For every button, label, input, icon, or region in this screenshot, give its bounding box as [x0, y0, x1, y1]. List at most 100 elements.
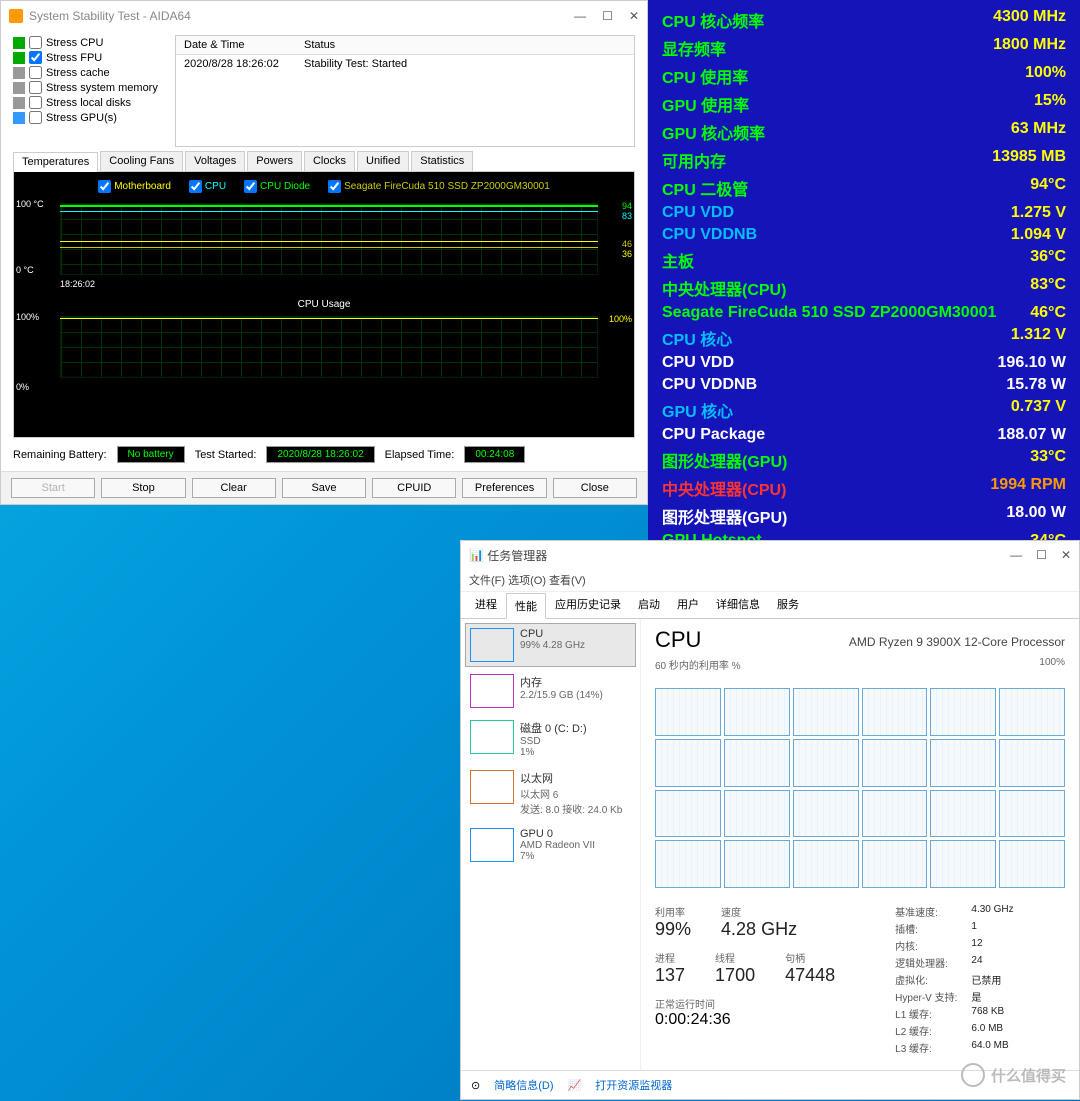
sensor-row: 可用内存13985 MB: [662, 146, 1066, 174]
tm-menu[interactable]: 文件(F) 选项(O) 查看(V): [461, 569, 1079, 592]
tm-tab-1[interactable]: 性能: [506, 593, 546, 619]
tm-main: CPU AMD Ryzen 9 3900X 12-Core Processor …: [641, 619, 1079, 1070]
started-label: Test Started:: [195, 449, 257, 461]
side-item-2[interactable]: 磁盘 0 (C: D:)SSD1%: [465, 715, 636, 763]
sensor-row: 中央处理器(CPU)83°C: [662, 274, 1066, 302]
core-cell: [999, 688, 1065, 736]
sensor-row: 主板36°C: [662, 246, 1066, 274]
side-item-0[interactable]: CPU99% 4.28 GHz: [465, 623, 636, 667]
prefs-button[interactable]: Preferences: [462, 478, 546, 498]
stress-options: Stress CPU Stress FPU Stress cache Stres…: [13, 35, 163, 147]
monitor-icon: 📈: [568, 1079, 582, 1092]
tm-icon: 📊: [469, 548, 484, 562]
stats-primary: 利用率99%速度4.28 GHz: [655, 904, 835, 940]
stress-check-2[interactable]: Stress cache: [13, 65, 163, 80]
legend-diode-check[interactable]: [244, 180, 257, 193]
task-manager-window: 📊 任务管理器 —☐✕ 文件(F) 选项(O) 查看(V) 进程性能应用历史记录…: [460, 540, 1080, 1100]
legend-cpu-check[interactable]: [189, 180, 202, 193]
watermark: 什么值得买: [961, 1063, 1066, 1087]
cpu-details: 基准速度:4.30 GHz插槽:1内核:12逻辑处理器:24虚拟化:已禁用Hyp…: [895, 904, 1013, 1055]
tab-unified[interactable]: Unified: [357, 151, 409, 171]
legend-ssd: Seagate FireCuda 510 SSD ZP2000GM30001: [344, 181, 550, 192]
core-cell: [724, 688, 790, 736]
brief-link[interactable]: 简略信息(D): [494, 1077, 553, 1093]
core-cell: [724, 739, 790, 787]
min-icon[interactable]: —: [574, 9, 586, 23]
status-row: Remaining Battery: No battery Test Start…: [1, 438, 647, 471]
core-cell: [793, 739, 859, 787]
core-cell: [930, 688, 996, 736]
cpu-heading: CPU: [655, 627, 701, 652]
tm-max-icon[interactable]: ☐: [1036, 548, 1047, 562]
tm-close-icon[interactable]: ✕: [1061, 548, 1071, 562]
col-datetime: Date & Time: [176, 36, 296, 54]
legend-ssd-check[interactable]: [328, 180, 341, 193]
sensor-row: 图形处理器(GPU)33°C: [662, 446, 1066, 474]
legend-mb-check[interactable]: [98, 180, 111, 193]
tab-voltages[interactable]: Voltages: [185, 151, 245, 171]
sensor-row: 图形处理器(GPU)18.00 W: [662, 502, 1066, 530]
max-icon[interactable]: ☐: [602, 9, 613, 23]
side-item-1[interactable]: 内存2.2/15.9 GB (14%): [465, 669, 636, 713]
start-button[interactable]: Start: [11, 478, 95, 498]
sensor-row: CPU VDDNB1.094 V: [662, 224, 1066, 246]
core-cell: [793, 688, 859, 736]
sensor-row: 中央处理器(CPU)1994 RPM: [662, 474, 1066, 502]
sensor-row: CPU VDD1.275 V: [662, 202, 1066, 224]
tm-tab-6[interactable]: 服务: [769, 592, 807, 618]
tm-tab-4[interactable]: 用户: [669, 592, 707, 618]
core-cell: [793, 840, 859, 888]
side-item-3[interactable]: 以太网以太网 6发送: 8.0 接收: 24.0 Kb: [465, 765, 636, 821]
usage-title: CPU Usage: [30, 297, 618, 312]
stress-check-4[interactable]: Stress local disks: [13, 95, 163, 110]
battery-label: Remaining Battery:: [13, 449, 107, 461]
legend-diode: CPU Diode: [260, 181, 310, 192]
watermark-logo-icon: [961, 1063, 985, 1087]
core-cell: [930, 790, 996, 838]
legend-mb: Motherboard: [114, 181, 171, 192]
sensor-row: CPU VDDNB15.78 W: [662, 374, 1066, 396]
tm-tab-5[interactable]: 详细信息: [708, 592, 768, 618]
core-cell: [655, 739, 721, 787]
stress-check-3[interactable]: Stress system memory: [13, 80, 163, 95]
chart-label: 60 秒内的利用率 %: [655, 657, 741, 672]
tab-temperatures[interactable]: Temperatures: [13, 152, 98, 172]
core-grid: [655, 688, 1065, 888]
clear-button[interactable]: Clear: [192, 478, 276, 498]
tm-tab-0[interactable]: 进程: [467, 592, 505, 618]
battery-value: No battery: [117, 446, 185, 463]
aida-icon: [9, 9, 23, 23]
cpuid-button[interactable]: CPUID: [372, 478, 456, 498]
tab-powers[interactable]: Powers: [247, 151, 302, 171]
uptime-label: 正常运行时间: [655, 996, 835, 1011]
tab-statistics[interactable]: Statistics: [411, 151, 473, 171]
tab-clocks[interactable]: Clocks: [304, 151, 355, 171]
core-cell: [862, 688, 928, 736]
close-icon[interactable]: ✕: [629, 9, 639, 23]
core-cell: [724, 840, 790, 888]
aida64-window: System Stability Test - AIDA64 — ☐ ✕ Str…: [0, 0, 648, 505]
tab-cooling fans[interactable]: Cooling Fans: [100, 151, 183, 171]
stop-button[interactable]: Stop: [101, 478, 185, 498]
core-cell: [999, 739, 1065, 787]
core-cell: [862, 840, 928, 888]
tm-titlebar[interactable]: 📊 任务管理器 —☐✕: [461, 541, 1079, 569]
tm-tab-2[interactable]: 应用历史记录: [547, 592, 629, 618]
stress-check-0[interactable]: Stress CPU: [13, 35, 163, 50]
close-button[interactable]: Close: [553, 478, 637, 498]
aida-title: System Stability Test - AIDA64: [29, 9, 191, 23]
started-value: 2020/8/28 18:26:02: [266, 446, 374, 463]
side-item-4[interactable]: GPU 0AMD Radeon VII7%: [465, 823, 636, 867]
tm-tab-3[interactable]: 启动: [630, 592, 668, 618]
legend-cpu: CPU: [205, 181, 226, 192]
save-button[interactable]: Save: [282, 478, 366, 498]
core-cell: [793, 790, 859, 838]
collapse-icon[interactable]: ⊙: [471, 1079, 480, 1092]
stress-check-5[interactable]: Stress GPU(s): [13, 110, 163, 125]
resource-monitor-link[interactable]: 打开资源监视器: [595, 1077, 672, 1093]
tm-min-icon[interactable]: —: [1010, 548, 1022, 562]
stress-check-1[interactable]: Stress FPU: [13, 50, 163, 65]
sensor-overlay: CPU 核心频率4300 MHz显存频率1800 MHzCPU 使用率100%G…: [648, 0, 1080, 562]
chart-max: 100%: [1039, 657, 1065, 672]
aida-titlebar[interactable]: System Stability Test - AIDA64 — ☐ ✕: [1, 1, 647, 31]
